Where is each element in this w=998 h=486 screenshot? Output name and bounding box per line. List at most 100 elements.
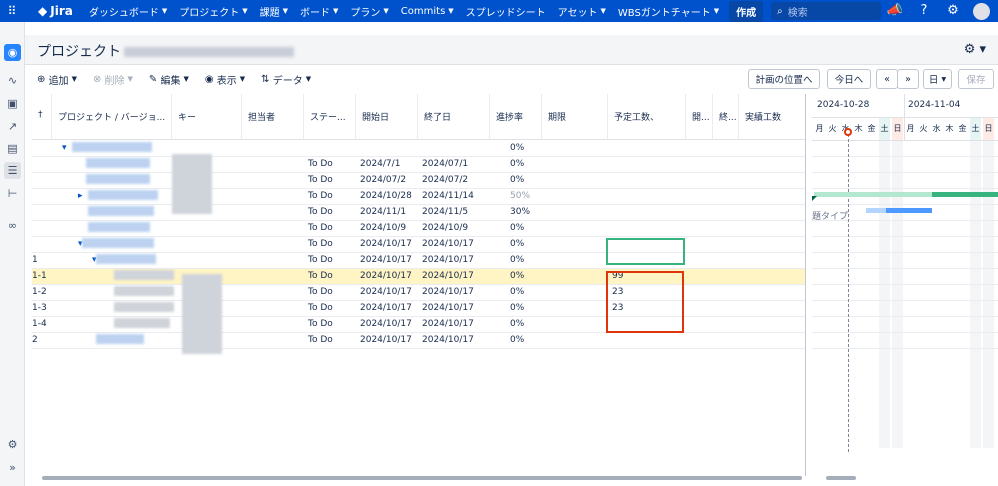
grid-scrollbar[interactable]	[32, 474, 806, 482]
status-cell[interactable]: To Do	[308, 319, 333, 329]
status-cell[interactable]: To Do	[308, 239, 333, 249]
nav-spreadsheet[interactable]: スプレッドシート	[460, 4, 552, 19]
status-cell[interactable]: To Do	[308, 255, 333, 265]
nav-wbs-gantt[interactable]: WBSガントチャート ▼	[612, 4, 725, 19]
chart-icon[interactable]: ▤	[4, 140, 21, 157]
add-button[interactable]: ⊕ 追加 ▼	[33, 72, 81, 87]
col-key-header[interactable]: キー	[172, 94, 242, 140]
nav-dashboards[interactable]: ダッシュボード ▼	[83, 4, 173, 19]
gantt-scrollbar[interactable]	[812, 474, 998, 482]
gantt-bar[interactable]	[886, 208, 932, 213]
status-cell[interactable]: To Do	[308, 287, 333, 297]
avatar[interactable]	[973, 2, 990, 20]
progress-cell[interactable]: 50%	[510, 191, 530, 201]
status-cell[interactable]: To Do	[308, 207, 333, 217]
save-button[interactable]: 保存	[958, 69, 994, 89]
create-button[interactable]: 作成	[729, 0, 764, 22]
nav-issues[interactable]: 課題 ▼	[254, 4, 294, 19]
col-actual-header[interactable]: 実績工数	[739, 94, 805, 140]
link-icon[interactable]: ∞	[4, 217, 21, 234]
col-project-header[interactable]: プロジェクト / バージョ...	[52, 94, 172, 140]
col-start-header[interactable]: 開始日	[356, 94, 418, 140]
expand-sidebar-icon[interactable]: »	[4, 459, 21, 476]
help-icon[interactable]: ?	[915, 2, 933, 20]
prev-button[interactable]: «	[876, 69, 898, 89]
gear-icon[interactable]: ⚙	[944, 2, 962, 20]
status-cell[interactable]: To Do	[308, 191, 333, 201]
end-date-cell[interactable]: 2024/11/14	[422, 191, 474, 201]
progress-cell[interactable]: 0%	[510, 303, 524, 313]
progress-cell[interactable]: 0%	[510, 159, 524, 169]
end-date-cell[interactable]: 2024/10/17	[422, 335, 474, 345]
start-date-cell[interactable]: 2024/10/17	[360, 287, 412, 297]
board-icon[interactable]: ▣	[4, 95, 21, 112]
tree-toggle-icon[interactable]: ▾	[62, 143, 67, 153]
end-date-cell[interactable]: 2024/10/17	[422, 287, 474, 297]
progress-cell[interactable]: 0%	[510, 287, 524, 297]
status-cell[interactable]: To Do	[308, 223, 333, 233]
plan-position-button[interactable]: 計画の位置へ	[748, 69, 820, 89]
today-button[interactable]: 今日へ	[827, 69, 871, 89]
progress-cell[interactable]: 30%	[510, 207, 530, 217]
hierarchy-icon[interactable]: ⊢	[4, 185, 21, 202]
start-date-cell[interactable]: 2024/10/17	[360, 319, 412, 329]
start-date-cell[interactable]: 2024/10/17	[360, 271, 412, 281]
search-input[interactable]: ⌕ 検索	[771, 2, 882, 20]
gantt-bar[interactable]	[932, 192, 998, 197]
delete-button[interactable]: ⊗ 削除 ▼	[89, 72, 137, 87]
col-number-header[interactable]: †	[32, 94, 52, 140]
row-number[interactable]: 1-3	[32, 303, 47, 313]
start-date-cell[interactable]: 2024/07/2	[360, 175, 406, 185]
col-estimate-header[interactable]: 予定工数、	[608, 94, 686, 140]
gantt-icon[interactable]: ☰	[4, 162, 21, 179]
col-open-header[interactable]: 開...	[686, 94, 713, 140]
status-cell[interactable]: To Do	[308, 159, 333, 169]
reports-icon[interactable]: ↗	[4, 118, 21, 135]
status-cell[interactable]: To Do	[308, 303, 333, 313]
start-date-cell[interactable]: 2024/10/17	[360, 239, 412, 249]
start-date-cell[interactable]: 2024/10/28	[360, 191, 412, 201]
status-cell[interactable]: To Do	[308, 271, 333, 281]
settings-gear-icon[interactable]: ⚙ ▾	[964, 42, 986, 57]
tree-toggle-icon[interactable]: ▸	[78, 191, 83, 201]
progress-cell[interactable]: 0%	[510, 239, 524, 249]
next-button[interactable]: »	[897, 69, 919, 89]
settings-icon[interactable]: ⚙	[4, 436, 21, 453]
gantt-bar[interactable]	[814, 192, 932, 197]
end-date-cell[interactable]: 2024/07/2	[422, 175, 468, 185]
start-date-cell[interactable]: 2024/11/1	[360, 207, 406, 217]
col-close-header[interactable]: 終...	[713, 94, 739, 140]
end-date-cell[interactable]: 2024/11/5	[422, 207, 468, 217]
app-switcher-icon[interactable]: ⠿	[0, 4, 24, 18]
project-avatar-icon[interactable]: ◉	[4, 44, 21, 61]
end-date-cell[interactable]: 2024/10/17	[422, 303, 474, 313]
progress-cell[interactable]: 0%	[510, 255, 524, 265]
nav-assets[interactable]: アセット ▼	[552, 4, 612, 19]
nav-boards[interactable]: ボード ▼	[294, 4, 344, 19]
col-progress-header[interactable]: 進捗率	[490, 94, 542, 140]
megaphone-icon[interactable]: 📣	[886, 2, 904, 20]
col-status-header[interactable]: ステー...	[304, 94, 356, 140]
nav-projects[interactable]: プロジェクト ▼	[173, 4, 253, 19]
jira-logo[interactable]: ◆ Jira	[38, 4, 73, 18]
row-number[interactable]: 1-2	[32, 287, 47, 297]
nav-plans[interactable]: プラン ▼	[344, 4, 394, 19]
row-number[interactable]: 2	[32, 335, 38, 345]
start-date-cell[interactable]: 2024/10/17	[360, 255, 412, 265]
col-end-header[interactable]: 終了日	[418, 94, 490, 140]
start-date-cell[interactable]: 2024/7/1	[360, 159, 400, 169]
col-due-header[interactable]: 期限	[542, 94, 608, 140]
start-date-cell[interactable]: 2024/10/17	[360, 303, 412, 313]
end-date-cell[interactable]: 2024/10/9	[422, 223, 468, 233]
status-cell[interactable]: To Do	[308, 175, 333, 185]
col-assignee-header[interactable]: 担当者	[242, 94, 304, 140]
scale-select[interactable]: 日 ▾	[923, 69, 952, 89]
table-row[interactable]: 2 To Do 2024/10/17 2024/10/17 0%	[32, 333, 805, 349]
edit-button[interactable]: ✎ 編集 ▼	[145, 72, 193, 87]
activity-icon[interactable]: ∿	[4, 72, 21, 89]
end-date-cell[interactable]: 2024/10/17	[422, 255, 474, 265]
progress-cell[interactable]: 0%	[510, 271, 524, 281]
end-date-cell[interactable]: 2024/10/17	[422, 319, 474, 329]
nav-commits[interactable]: Commits ▼	[395, 6, 460, 17]
progress-cell[interactable]: 0%	[510, 335, 524, 345]
